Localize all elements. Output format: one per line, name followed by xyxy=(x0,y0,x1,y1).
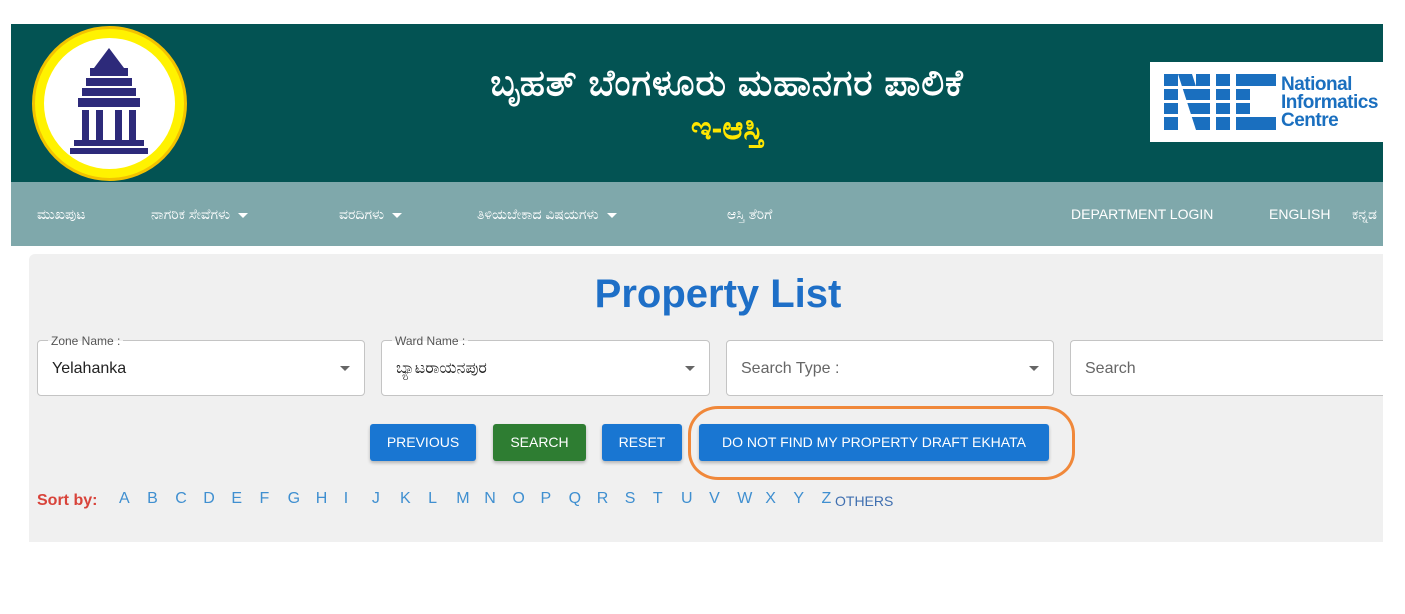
nav-things-to-know[interactable]: ತಿಳಿಯಬೇಕಾದ ವಿಷಯಗಳು xyxy=(477,182,617,246)
highlight-outline xyxy=(688,406,1075,480)
header-banner: ಬೃಹತ್ ಬೆಂಗಳೂರು ಮಹಾನಗರ ಪಾಲಿಕೆ ಇ-ಆಸ್ತಿ Nat… xyxy=(11,24,1383,182)
department-login-link[interactable]: DEPARTMENT LOGIN xyxy=(1071,182,1213,246)
sort-letter-w[interactable]: W xyxy=(737,490,752,508)
search-placeholder: Search xyxy=(1085,360,1136,377)
sort-letter-u[interactable]: U xyxy=(681,490,693,508)
nav-property-tax-label: ಆಸ್ತಿ ತೆರಿಗೆ xyxy=(727,206,773,222)
sort-letter-b[interactable]: B xyxy=(147,490,158,508)
dropdown-arrow-icon xyxy=(1029,366,1039,371)
english-language-link[interactable]: ENGLISH xyxy=(1269,182,1330,246)
nic-logo: National Informatics Centre xyxy=(1150,62,1383,142)
search-type-select[interactable]: Search Type : xyxy=(726,340,1054,396)
reset-button[interactable]: RESET xyxy=(602,424,682,461)
sort-letter-n[interactable]: N xyxy=(484,490,496,508)
sort-letter-v[interactable]: V xyxy=(709,490,720,508)
dropdown-arrow-icon xyxy=(340,366,350,371)
caret-down-icon xyxy=(606,212,617,218)
property-list-panel: Property List Zone Name : Yelahanka Ward… xyxy=(29,254,1383,542)
sort-others-link[interactable]: OTHERS xyxy=(835,493,893,509)
previous-button[interactable]: PREVIOUS xyxy=(370,424,476,461)
sort-letter-e[interactable]: E xyxy=(231,490,242,508)
nav-home-label: ಮುಖಪುಟ xyxy=(37,206,86,222)
nav-home[interactable]: ಮುಖಪುಟ xyxy=(37,182,86,246)
zone-value: Yelahanka xyxy=(52,360,127,377)
nav-property-tax[interactable]: ಆಸ್ತಿ ತೆರಿಗೆ xyxy=(727,182,772,246)
nav-citizen-services-label: ನಾಗರಿಕ ಸೇವೆಗಳು xyxy=(151,206,231,222)
ward-select[interactable]: Ward Name : ಬ್ಯಾಟರಾಯನಪುರ xyxy=(381,334,710,396)
nav-reports-label: ವರದಿಗಳು xyxy=(339,206,385,222)
ward-value: ಬ್ಯಾಟರಾಯನಪುರ xyxy=(396,360,487,377)
nic-wordmark: National Informatics Centre xyxy=(1281,75,1378,131)
nic-line-3: Centre xyxy=(1281,110,1339,131)
sort-letter-r[interactable]: R xyxy=(597,490,609,508)
sort-by-label: Sort by: xyxy=(37,492,98,509)
page-title: Property List xyxy=(594,272,842,316)
sort-letter-m[interactable]: M xyxy=(456,490,469,508)
nic-mark-icon xyxy=(1164,74,1276,130)
sort-letter-i[interactable]: I xyxy=(344,490,348,508)
sort-letter-k[interactable]: K xyxy=(400,490,411,508)
sort-letter-o[interactable]: O xyxy=(512,490,524,508)
kannada-language-link[interactable]: ಕನ್ನಡ xyxy=(1352,182,1377,246)
sort-letter-h[interactable]: H xyxy=(316,490,328,508)
sort-letter-z[interactable]: Z xyxy=(822,490,832,508)
sort-letter-s[interactable]: S xyxy=(625,490,636,508)
sort-letter-a[interactable]: A xyxy=(119,490,130,508)
sort-letter-j[interactable]: J xyxy=(372,490,380,508)
main-nav: ಮುಖಪುಟ ನಾಗರಿಕ ಸೇವೆಗಳು ವರದಿಗಳು ತಿಳಿಯಬೇಕಾದ… xyxy=(11,182,1383,246)
sort-letter-d[interactable]: D xyxy=(203,490,215,508)
search-type-placeholder: Search Type : xyxy=(741,360,840,377)
sort-letter-f[interactable]: F xyxy=(260,490,270,508)
sort-letter-p[interactable]: P xyxy=(541,490,552,508)
sort-letter-l[interactable]: L xyxy=(428,490,437,508)
search-button[interactable]: SEARCH xyxy=(493,424,586,461)
nav-citizen-services[interactable]: ನಾಗರಿಕ ಸೇವೆಗಳು xyxy=(151,182,249,246)
caret-down-icon xyxy=(392,212,403,218)
sort-letter-t[interactable]: T xyxy=(653,490,663,508)
search-input[interactable]: Search xyxy=(1070,340,1383,396)
dropdown-arrow-icon xyxy=(685,366,695,371)
zone-select[interactable]: Zone Name : Yelahanka xyxy=(37,334,365,396)
sort-letter-q[interactable]: Q xyxy=(569,490,581,508)
sort-letter-c[interactable]: C xyxy=(175,490,187,508)
sort-letter-y[interactable]: Y xyxy=(793,490,804,508)
sort-letter-x[interactable]: X xyxy=(765,490,776,508)
nav-reports[interactable]: ವರದಿಗಳು xyxy=(339,182,403,246)
sort-letter-g[interactable]: G xyxy=(288,490,300,508)
nav-things-to-know-label: ತಿಳಿಯಬೇಕಾದ ವಿಷಯಗಳು xyxy=(477,206,599,222)
caret-down-icon xyxy=(238,212,249,218)
page: ಬೃಹತ್ ಬೆಂಗಳೂರು ಮಹಾನಗರ ಪಾಲಿಕೆ ಇ-ಆಸ್ತಿ Nat… xyxy=(0,0,1405,614)
